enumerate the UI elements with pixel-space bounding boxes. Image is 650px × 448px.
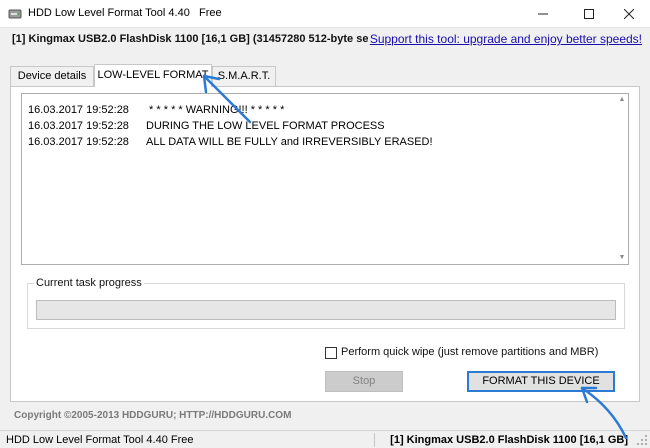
progress-group: Current task progress bbox=[27, 277, 625, 329]
progress-label: Current task progress bbox=[34, 277, 144, 289]
log-time: 16.03.2017 19:52:28 bbox=[28, 136, 129, 148]
format-device-button[interactable]: FORMAT THIS DEVICE bbox=[467, 371, 615, 392]
log-box[interactable]: 16.03.2017 19:52:28 * * * * * WARNING!!!… bbox=[21, 93, 629, 265]
window-title-edition: Free bbox=[199, 7, 222, 19]
status-separator bbox=[374, 433, 375, 447]
log-message: ALL DATA WILL BE FULLY and IRREVERSIBLY … bbox=[146, 136, 433, 148]
log-message: DURING THE LOW LEVEL FORMAT PROCESS bbox=[146, 120, 385, 132]
log-line: 16.03.2017 19:52:28 DURING THE LOW LEVEL … bbox=[28, 120, 385, 134]
scroll-down-icon[interactable]: ▼ bbox=[616, 252, 628, 264]
tab-smart[interactable]: S.M.A.R.T. bbox=[212, 66, 276, 86]
progress-bar bbox=[36, 300, 616, 320]
maximize-icon bbox=[584, 9, 594, 19]
close-button[interactable] bbox=[608, 0, 650, 28]
window-title-name: HDD Low Level Format Tool 4.40 bbox=[28, 7, 190, 19]
maximize-button[interactable] bbox=[568, 0, 610, 28]
stop-button[interactable]: Stop bbox=[325, 371, 403, 392]
quick-wipe-label[interactable]: Perform quick wipe (just remove partitio… bbox=[341, 346, 598, 358]
upgrade-link[interactable]: Support this tool: upgrade and enjoy bet… bbox=[367, 32, 642, 46]
scroll-up-icon[interactable]: ▲ bbox=[616, 94, 628, 106]
close-icon bbox=[623, 8, 635, 20]
status-bar: HDD Low Level Format Tool 4.40 Free [1] … bbox=[0, 430, 650, 448]
tab-device-details[interactable]: Device details bbox=[10, 66, 94, 86]
copyright-text: Copyright ©2005-2013 HDDGURU; HTTP://HDD… bbox=[14, 410, 292, 421]
quick-wipe-checkbox[interactable] bbox=[325, 347, 337, 359]
device-info-row: [1] Kingmax USB2.0 FlashDisk 1100 [16,1 … bbox=[12, 32, 642, 48]
device-info: [1] Kingmax USB2.0 FlashDisk 1100 [16,1 … bbox=[12, 33, 400, 45]
low-level-format-panel: 16.03.2017 19:52:28 * * * * * WARNING!!!… bbox=[10, 86, 640, 402]
resize-grip-icon[interactable] bbox=[637, 435, 648, 446]
status-app-name: HDD Low Level Format Tool 4.40 Free bbox=[6, 434, 194, 446]
log-message: * * * * * WARNING!!! * * * * * bbox=[146, 104, 285, 116]
window-title: HDD Low Level Format Tool 4.40 Free bbox=[28, 7, 222, 19]
log-line: 16.03.2017 19:52:28 * * * * * WARNING!!!… bbox=[28, 104, 284, 118]
minimize-button[interactable] bbox=[522, 0, 564, 28]
log-time: 16.03.2017 19:52:28 bbox=[28, 104, 129, 116]
log-line: 16.03.2017 19:52:28 ALL DATA WILL BE FULL… bbox=[28, 136, 433, 150]
hdd-icon bbox=[8, 9, 22, 19]
title-bar[interactable]: HDD Low Level Format Tool 4.40 Free bbox=[0, 0, 650, 28]
tab-low-level-format[interactable]: LOW-LEVEL FORMAT bbox=[94, 64, 212, 87]
log-scrollbar[interactable]: ▲ ▼ bbox=[616, 94, 628, 264]
log-time: 16.03.2017 19:52:28 bbox=[28, 120, 129, 132]
minimize-icon bbox=[538, 13, 548, 15]
status-device: [1] Kingmax USB2.0 FlashDisk 1100 [16,1 … bbox=[390, 434, 628, 446]
